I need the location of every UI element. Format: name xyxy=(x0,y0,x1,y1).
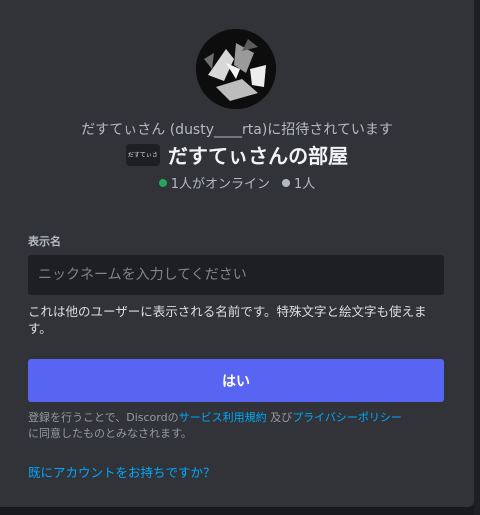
server-name: だすてぃさんの部屋 xyxy=(167,144,349,168)
inviter-text: だすてぃさん (dusty____rta)に招待されています xyxy=(81,122,393,138)
display-name-hint: これは他のユーザーに表示される名前です。特殊文字と絵文字も使えます。 xyxy=(28,304,427,336)
nickname-input[interactable] xyxy=(28,255,444,295)
privacy-policy-link[interactable]: プライバシーポリシー xyxy=(292,411,402,424)
member-dot-icon xyxy=(282,178,290,187)
online-dot-icon xyxy=(158,178,167,187)
member-stat: 1人 xyxy=(282,173,315,192)
submit-button[interactable]: はい xyxy=(28,359,444,402)
member-count: 1人 xyxy=(294,177,316,192)
existing-account-link[interactable]: 既にアカウントをお持ちですか？ xyxy=(28,462,216,481)
terms-prefix: 登録を行うことで、Discordの xyxy=(28,411,179,424)
terms-middle: 及び xyxy=(266,411,293,424)
server-icon: だすてぃさ xyxy=(125,143,160,166)
terms-notice: 登録を行うことで、Discordのサービス利用規約 及びプライバシーポリシーに同… xyxy=(28,410,448,442)
terms-suffix: に同意したものとみなされます。 xyxy=(28,427,192,440)
online-stat: 1人がオンライン xyxy=(158,173,270,192)
display-name-label: 表示名 xyxy=(28,235,61,248)
online-count: 1人がオンライン xyxy=(170,177,270,192)
terms-of-service-link[interactable]: サービス利用規約 xyxy=(179,411,267,424)
server-stats: 1人がオンライン 1人 xyxy=(0,173,474,192)
server-title-row: だすてぃさ だすてぃさんの部屋 xyxy=(0,140,474,169)
invite-modal: だすてぃさん (dusty____rta)に招待されています だすてぃさ だすて… xyxy=(0,0,474,507)
server-avatar xyxy=(196,29,276,109)
right-edge-panel xyxy=(474,0,480,515)
